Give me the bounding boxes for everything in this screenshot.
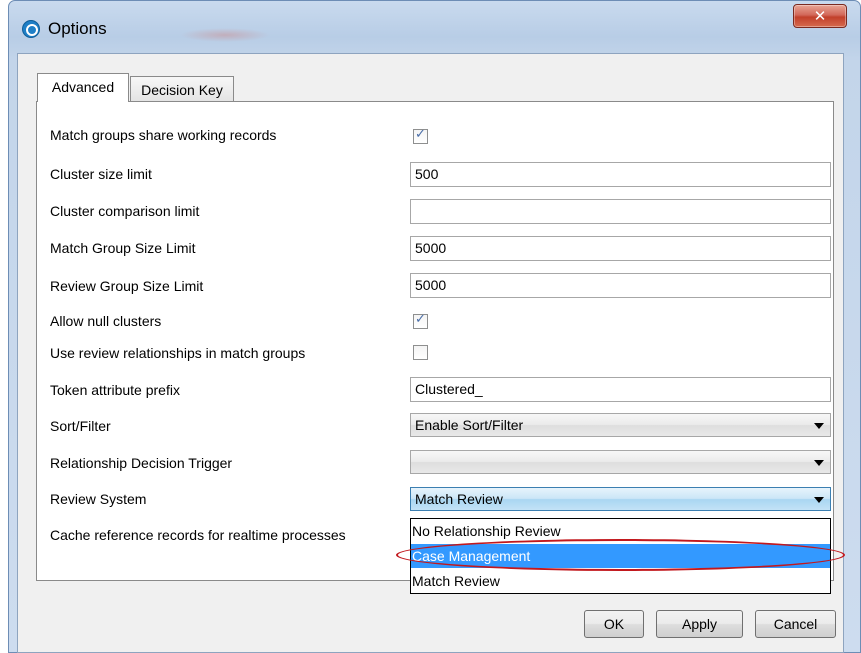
close-button[interactable]: ✕ <box>793 4 847 28</box>
tab-advanced[interactable]: Advanced <box>37 73 129 102</box>
sort-filter-value: Enable Sort/Filter <box>415 417 524 433</box>
close-icon: ✕ <box>813 7 827 25</box>
match-group-size-limit-input[interactable]: 5000 <box>410 236 831 261</box>
cache-reference-records-label: Cache reference records for realtime pro… <box>50 527 346 543</box>
cluster-comparison-limit-input[interactable] <box>410 199 831 224</box>
cluster-size-limit-label: Cluster size limit <box>50 166 152 182</box>
use-review-relationships-label: Use review relationships in match groups <box>50 345 306 361</box>
apply-button[interactable]: Apply <box>656 610 743 638</box>
cancel-button[interactable]: Cancel <box>755 610 836 638</box>
use-review-relationships-checkbox[interactable] <box>413 345 428 360</box>
relationship-decision-trigger-label: Relationship Decision Trigger <box>50 455 233 471</box>
share-working-records-checkbox[interactable]: ✓ <box>413 127 428 144</box>
sort-filter-label: Sort/Filter <box>50 418 111 434</box>
chevron-down-icon <box>814 497 824 503</box>
tab-decision-key[interactable]: Decision Key <box>130 76 234 103</box>
review-system-label: Review System <box>50 491 147 507</box>
window-title: Options <box>48 19 107 38</box>
highlight-annotation <box>396 539 845 571</box>
titlebar-decoration <box>180 28 270 42</box>
review-system-select[interactable]: Match Review <box>410 487 831 511</box>
relationship-decision-trigger-select[interactable] <box>410 450 831 474</box>
ok-button[interactable]: OK <box>584 610 644 638</box>
cluster-size-limit-input[interactable]: 500 <box>410 162 831 187</box>
chevron-down-icon <box>814 460 824 466</box>
checkmark-icon: ✓ <box>415 127 426 142</box>
app-logo-icon <box>22 20 40 38</box>
token-attribute-prefix-input[interactable]: Clustered_ <box>410 377 831 402</box>
token-attribute-prefix-label: Token attribute prefix <box>50 382 180 398</box>
chevron-down-icon <box>814 423 824 429</box>
allow-null-clusters-label: Allow null clusters <box>50 313 162 329</box>
allow-null-clusters-checkbox[interactable]: ✓ <box>413 312 428 329</box>
match-group-size-limit-label: Match Group Size Limit <box>50 240 196 256</box>
review-group-size-limit-label: Review Group Size Limit <box>50 278 204 294</box>
review-group-size-limit-input[interactable]: 5000 <box>410 273 831 298</box>
option-match-review[interactable]: Match Review <box>411 569 830 593</box>
review-system-value: Match Review <box>415 491 503 507</box>
sort-filter-select[interactable]: Enable Sort/Filter <box>410 413 831 437</box>
cluster-comparison-limit-label: Cluster comparison limit <box>50 203 200 219</box>
share-working-records-label: Match groups share working records <box>50 127 277 143</box>
checkmark-icon: ✓ <box>415 312 426 327</box>
